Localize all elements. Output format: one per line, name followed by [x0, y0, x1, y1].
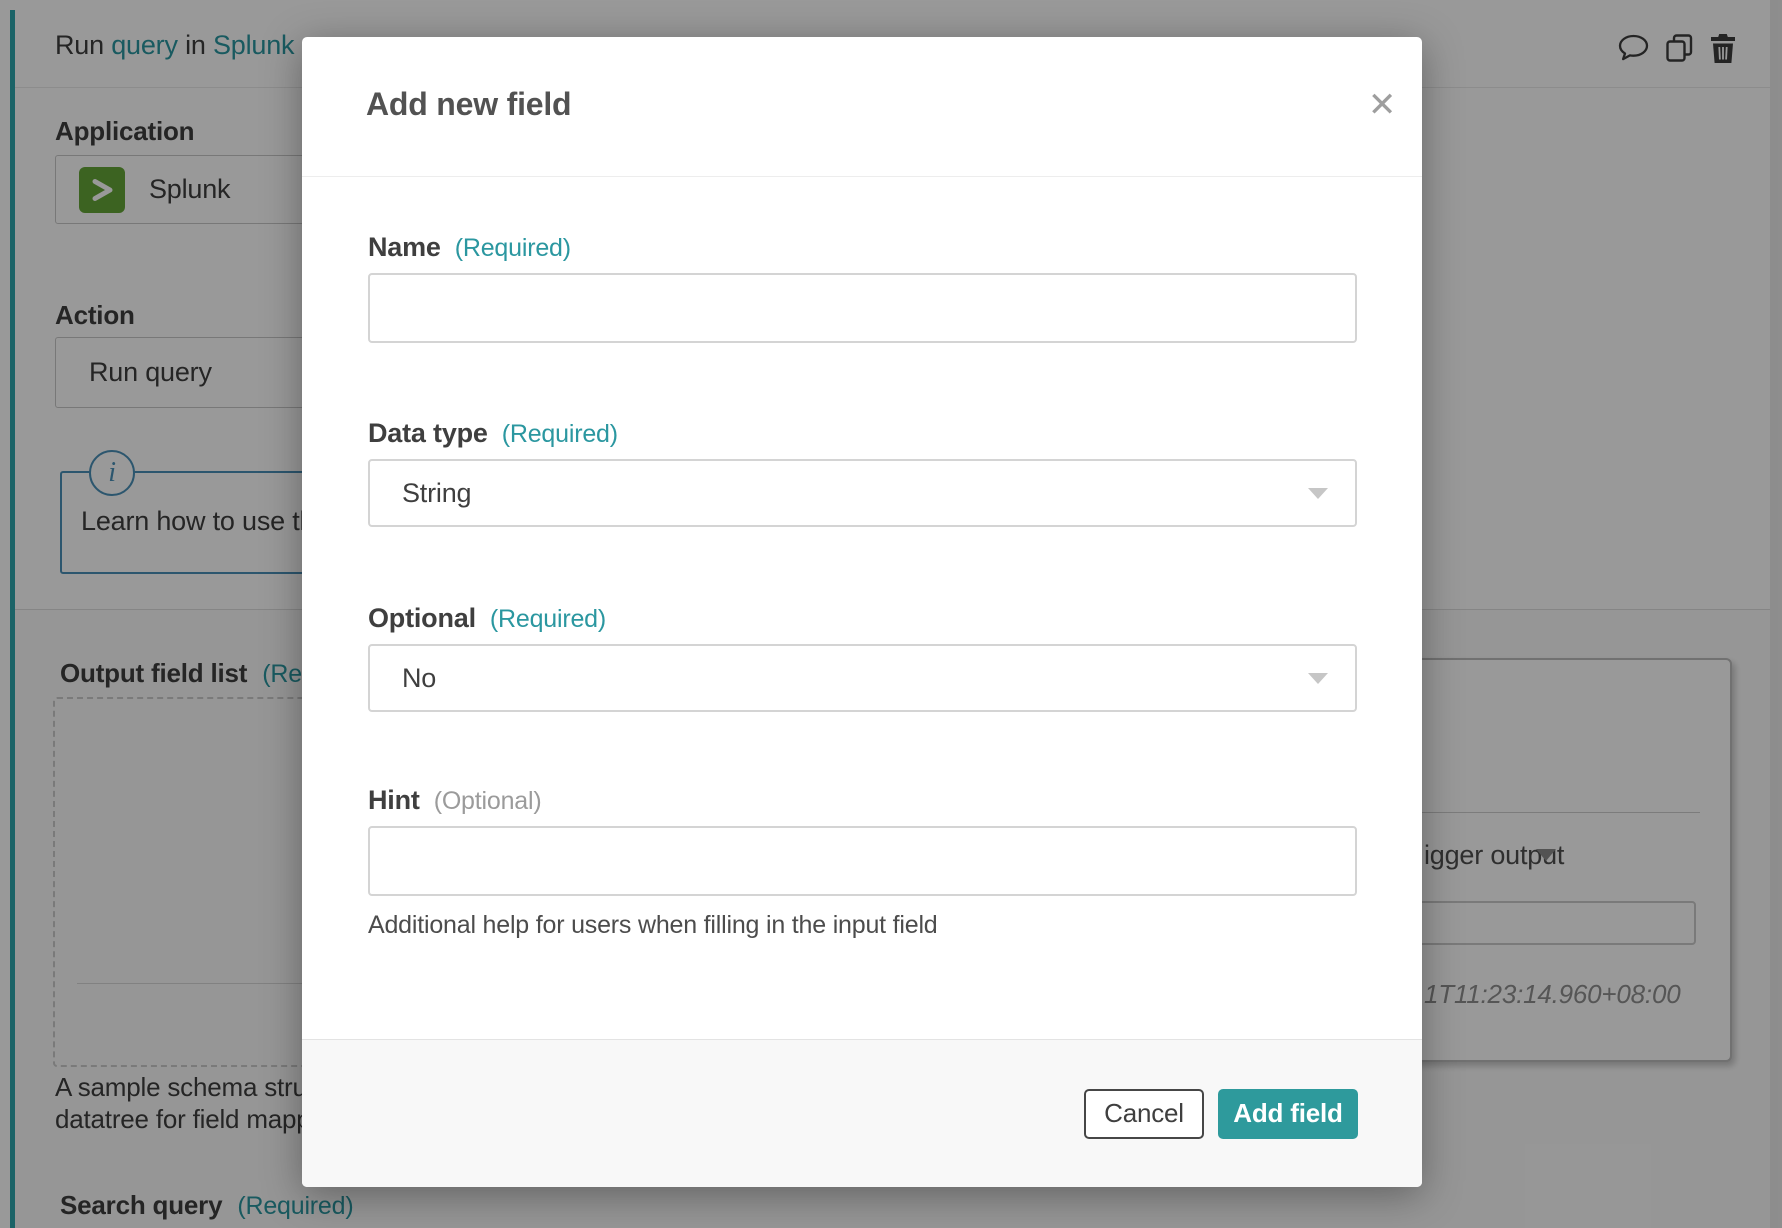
optional-label: Optional [368, 603, 476, 633]
hint-label: Hint [368, 785, 420, 815]
name-required-tag: (Required) [454, 234, 571, 262]
optional-field-header: Optional (Required) [368, 603, 606, 634]
name-field-header: Name (Required) [368, 232, 571, 263]
data-type-value: String [402, 477, 472, 508]
modal-footer: Cancel Add field [302, 1039, 1422, 1187]
hint-optional-tag: (Optional) [433, 787, 542, 815]
modal-header-divider [302, 176, 1422, 177]
name-label: Name [368, 232, 441, 262]
hint-field-header: Hint (Optional) [368, 785, 542, 816]
data-type-field-header: Data type (Required) [368, 418, 618, 449]
hint-input[interactable] [368, 826, 1357, 896]
close-icon[interactable]: ✕ [1360, 83, 1404, 127]
hint-helper-text: Additional help for users when filling i… [368, 911, 938, 939]
data-type-label: Data type [368, 418, 488, 448]
cancel-button[interactable]: Cancel [1084, 1088, 1204, 1139]
add-field-button[interactable]: Add field [1218, 1088, 1358, 1139]
chevron-down-icon [1308, 487, 1328, 499]
optional-required-tag: (Required) [489, 605, 606, 633]
optional-select[interactable]: No [368, 644, 1357, 712]
data-type-required-tag: (Required) [501, 420, 618, 448]
data-type-select[interactable]: String [368, 459, 1357, 527]
chevron-down-icon [1308, 672, 1328, 684]
modal-title: Add new field [366, 86, 572, 122]
name-input[interactable] [368, 273, 1357, 343]
add-new-field-modal: Add new field ✕ Name (Required) Data typ… [302, 37, 1422, 1187]
optional-value: No [402, 662, 437, 693]
